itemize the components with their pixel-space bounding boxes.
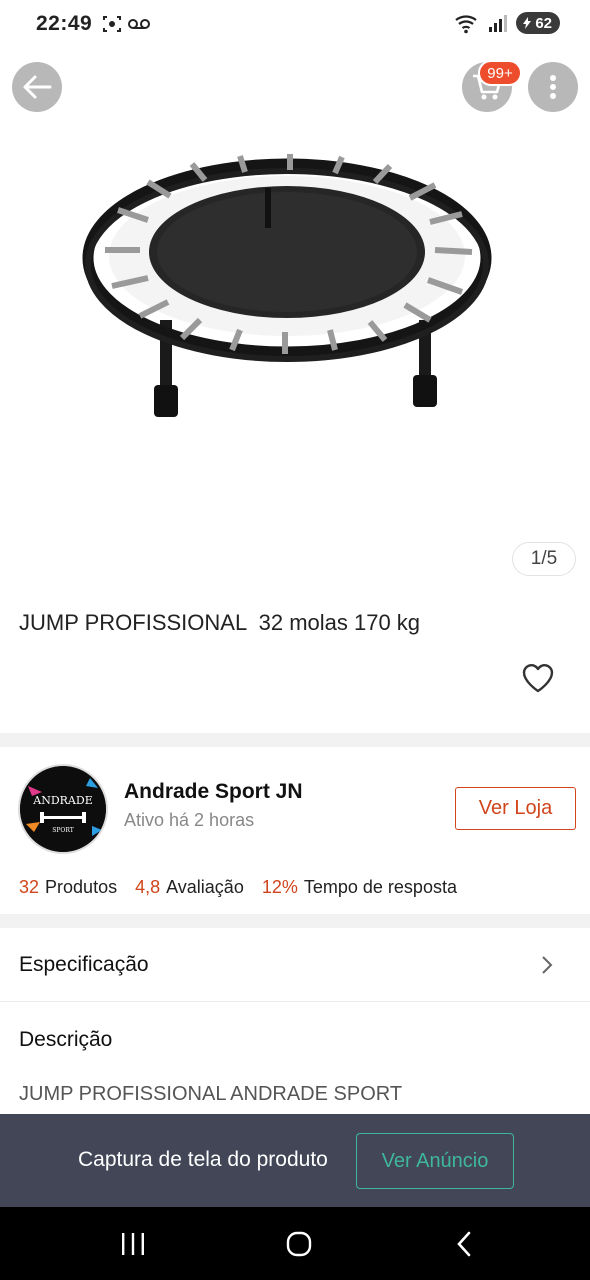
battery-indicator: 62 [516, 12, 560, 34]
product-image[interactable] [0, 130, 590, 590]
wifi-icon [455, 15, 477, 34]
favorite-button[interactable] [520, 660, 556, 696]
capture-text: Captura de tela do produto [78, 1148, 328, 1171]
shop-stats: 32 Produtos 4,8 Avaliação 12% Tempo de resp… [19, 877, 457, 898]
arrow-left-icon [23, 75, 52, 99]
back-button[interactable] [12, 62, 62, 112]
description-label: Descrição [19, 1028, 113, 1051]
shop-status: Ativo há 2 horas [124, 810, 255, 830]
stat-response: 12% Tempo de resposta [261, 877, 457, 897]
section-divider [0, 733, 590, 747]
shop-logo-title: ANDRADE [32, 794, 92, 807]
chevron-left-icon [457, 1231, 471, 1257]
battery-saver-icon [523, 17, 532, 29]
heart-icon [522, 664, 554, 693]
cart-badge: 99+ [478, 60, 522, 86]
more-options-button[interactable] [528, 62, 578, 112]
home-button[interactable] [279, 1229, 319, 1259]
description-text: JUMP PROFISSIONAL ANDRADE SPORT [19, 1083, 403, 1105]
stat-products: 32 Produtos [19, 877, 118, 897]
nav-back-button[interactable] [444, 1229, 484, 1259]
image-counter: 1/5 [512, 542, 576, 576]
home-icon [286, 1231, 312, 1257]
section-divider [0, 914, 590, 928]
shop-logo-subtitle: SPORT [52, 827, 73, 834]
product-title: JUMP PROFISSIONAL 32 molas 170 kg [19, 610, 421, 635]
shop-logo[interactable]: ANDRADE SPORT [18, 764, 108, 854]
voicemail-icon [128, 19, 150, 29]
visit-shop-button[interactable]: Ver Loja [455, 787, 576, 830]
stat-rating: 4,8 Avaliação [135, 877, 244, 897]
status-bar: 22:49 62 [0, 0, 590, 50]
recents-icon [122, 1233, 144, 1255]
trampoline-image [82, 154, 492, 417]
more-vertical-icon [550, 75, 556, 99]
recents-button[interactable] [113, 1229, 153, 1259]
status-time: 22:49 [36, 12, 93, 35]
battery-level: 62 [535, 14, 552, 32]
chevron-right-icon [542, 956, 553, 974]
view-listing-button[interactable]: Ver Anúncio [356, 1133, 514, 1189]
specification-row[interactable]: Especificação [0, 928, 590, 1002]
product-page: 22:49 62 1/5 99+ JUMP PROFISSIONAL 32 mo… [0, 0, 590, 1280]
screen-record-icon [103, 16, 121, 32]
android-nav-bar [0, 1207, 590, 1280]
specification-label: Especificação [19, 953, 149, 976]
shop-name[interactable]: Andrade Sport JN [124, 780, 303, 804]
signal-icon [489, 15, 508, 32]
capture-bar: Captura de tela do produto Ver Anúncio [0, 1114, 590, 1207]
